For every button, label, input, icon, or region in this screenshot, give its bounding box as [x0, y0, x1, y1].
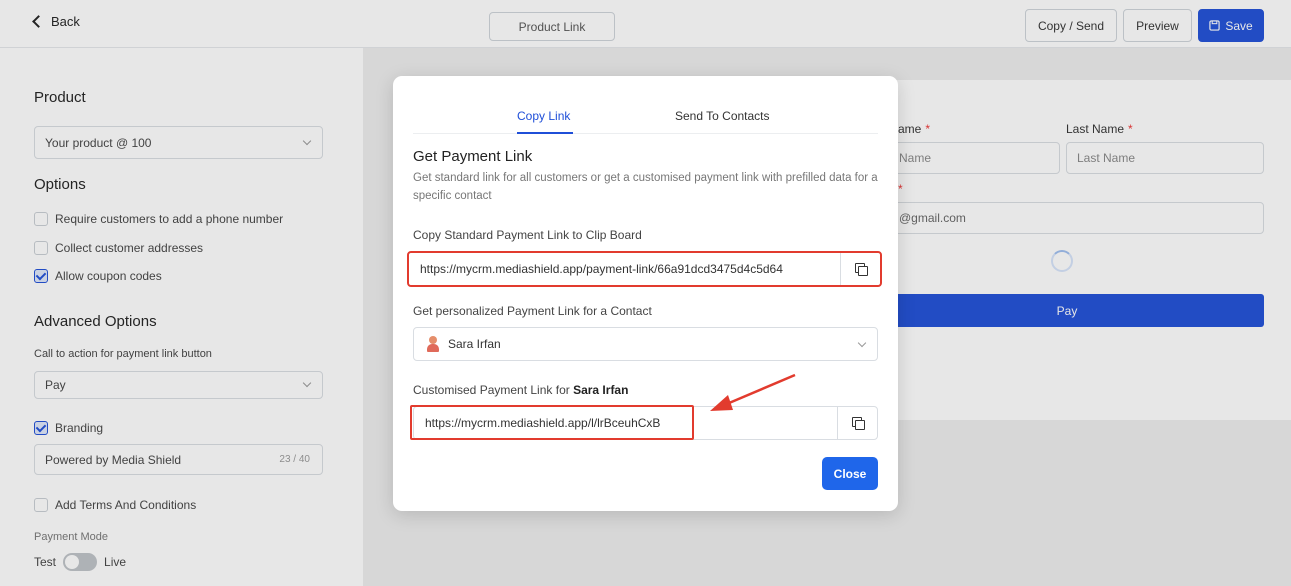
close-button[interactable]: Close: [822, 457, 878, 490]
active-tab-indicator: [517, 132, 573, 134]
chevron-down-icon: [857, 338, 867, 348]
tab-send-to-contacts[interactable]: Send To Contacts: [675, 109, 770, 123]
contact-name: Sara Irfan: [448, 337, 501, 351]
annotation-arrow-icon: [710, 373, 796, 411]
modal-title: Get Payment Link: [413, 148, 533, 165]
personal-link-label: Get personalized Payment Link for a Cont…: [413, 304, 652, 318]
standard-link-label: Copy Standard Payment Link to Clip Board: [413, 228, 642, 242]
copy-icon: [851, 417, 865, 430]
payment-link-modal: Copy Link Send To Contacts Get Payment L…: [393, 76, 898, 511]
contact-avatar-icon: [426, 336, 440, 352]
copy-icon: [854, 263, 868, 276]
copy-custom-link-button[interactable]: [837, 407, 877, 439]
custom-link-highlight: [410, 405, 694, 440]
modal-description: Get standard link for all customers or g…: [413, 172, 878, 202]
custom-link-label: Customised Payment Link for Sara Irfan: [413, 383, 629, 397]
modal-tabs: Copy Link Send To Contacts: [413, 100, 878, 134]
tab-copy-link[interactable]: Copy Link: [517, 109, 570, 123]
copy-standard-link-button[interactable]: [840, 253, 880, 285]
contact-select[interactable]: Sara Irfan: [413, 327, 878, 361]
standard-link-field[interactable]: https://mycrm.mediashield.app/payment-li…: [407, 251, 882, 287]
standard-link-value: https://mycrm.mediashield.app/payment-li…: [420, 262, 783, 276]
